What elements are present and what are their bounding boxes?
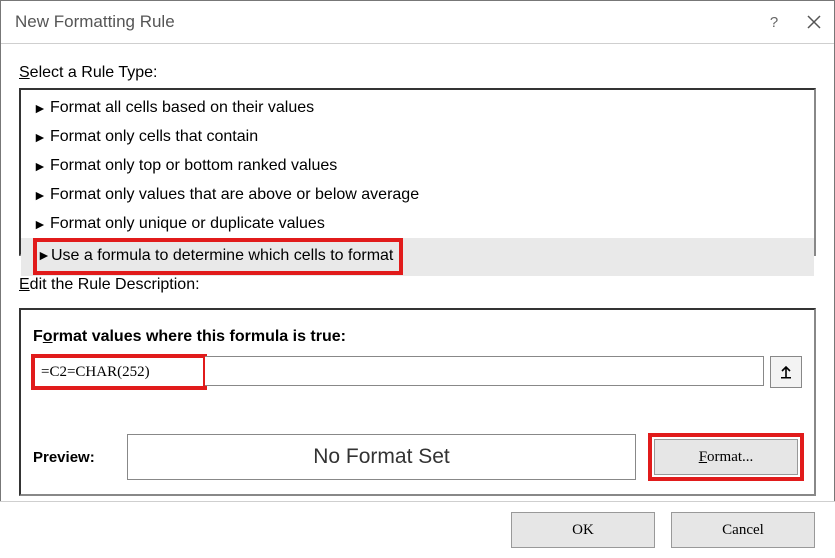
rule-type-text: Use a formula to determine which cells t… [51, 247, 393, 264]
rule-type-item-1[interactable]: ►Format only cells that contain [21, 122, 814, 151]
formula-row [33, 356, 802, 388]
preview-label: Preview: [33, 449, 121, 466]
rule-type-text: Format only unique or duplicate values [50, 211, 325, 237]
bullet-icon: ► [33, 182, 47, 208]
rule-type-text: Format only values that are above or bel… [50, 182, 419, 208]
format-button[interactable]: Format... [654, 439, 798, 475]
cancel-button[interactable]: Cancel [671, 512, 815, 548]
formula-input-extension[interactable] [205, 356, 764, 386]
format-button-rest: ormat... [707, 449, 753, 466]
help-button[interactable]: ? [754, 1, 794, 43]
range-picker-icon [779, 365, 793, 379]
dialog-title: New Formatting Rule [15, 12, 754, 32]
collapse-dialog-button[interactable] [770, 356, 802, 388]
bullet-icon: ► [33, 211, 47, 237]
highlight-formula [33, 356, 205, 388]
highlight-selection: ►Use a formula to determine which cells … [33, 238, 403, 275]
edit-rule-desc-label: Edit the Rule Description: [19, 276, 816, 294]
rule-type-item-5[interactable]: ►Use a formula to determine which cells … [21, 238, 814, 276]
formula-true-label-rest: rmat values where this formula is true: [53, 328, 346, 345]
ok-button[interactable]: OK [511, 512, 655, 548]
rule-type-item-3[interactable]: ►Format only values that are above or be… [21, 180, 814, 209]
select-rule-type-label: Select a Rule Type: [19, 64, 816, 82]
rule-type-text: Format all cells based on their values [50, 95, 314, 121]
bullet-icon: ► [37, 242, 51, 268]
rule-type-text: Format only top or bottom ranked values [50, 153, 337, 179]
dialog-footer: OK Cancel [0, 501, 835, 558]
formula-true-label: Format values where this formula is true… [33, 328, 802, 346]
rule-type-item-2[interactable]: ►Format only top or bottom ranked values [21, 151, 814, 180]
bullet-icon: ► [33, 95, 47, 121]
rule-description-panel: Format values where this formula is true… [19, 308, 816, 496]
highlight-format-button: Format... [650, 435, 802, 479]
bullet-icon: ► [33, 124, 47, 150]
close-button[interactable] [794, 1, 834, 43]
close-icon [807, 15, 821, 29]
titlebar: New Formatting Rule ? [1, 1, 834, 44]
rule-type-list[interactable]: ►Format all cells based on their values … [19, 88, 816, 256]
rule-type-item-4[interactable]: ►Format only unique or duplicate values [21, 209, 814, 238]
rule-type-item-0[interactable]: ►Format all cells based on their values [21, 93, 814, 122]
preview-box: No Format Set [127, 434, 636, 480]
rule-type-text: Format only cells that contain [50, 124, 258, 150]
bullet-icon: ► [33, 153, 47, 179]
preview-row: Preview: No Format Set Format... [33, 434, 802, 480]
formula-input[interactable] [34, 357, 204, 387]
